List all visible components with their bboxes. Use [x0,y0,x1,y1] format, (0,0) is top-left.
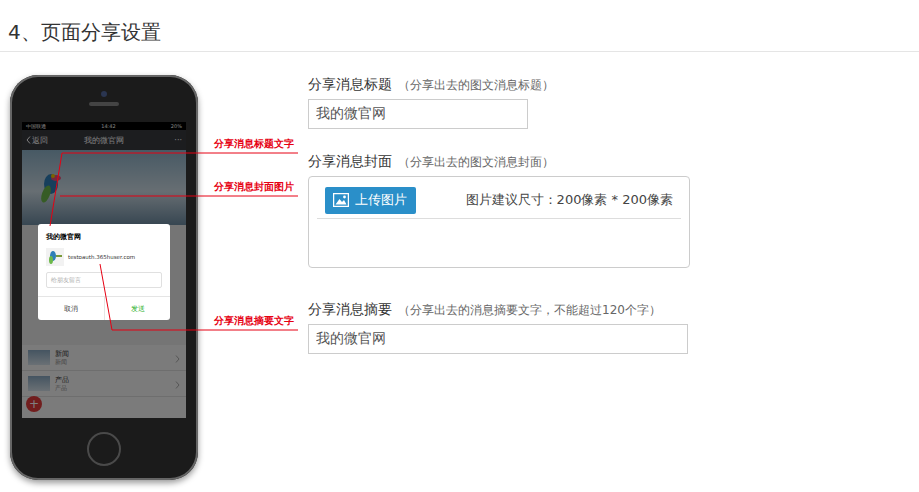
text-input[interactable] [308,99,528,129]
field-label: 分享消息封面（分享出去的图文消息封面） [308,151,708,172]
dialog-buttons: 取消发送 [38,296,170,320]
upload-box: 上传图片 图片建议尺寸：200像素 * 200像素 [308,176,690,268]
camera [101,91,107,97]
speaker [89,102,119,106]
upload-button[interactable]: 上传图片 [325,187,416,214]
message-input[interactable]: 给朋友留言 [46,272,162,288]
phone-bottom [87,418,121,480]
annotation-label: 分享消息封面图片 [214,181,294,193]
share-dialog: 我的微官网 testoauth.365huser.com 给朋友留言取消发送 [38,224,170,320]
annotation-label: 分享消息标题文字 [214,138,294,150]
phone-column: 中国联通14:4220%返回我的微官网···新闻新闻产品产品+我的微官网test… [10,52,198,492]
page: 4、页面分享设置中国联通14:4220%返回我的微官网···新闻新闻产品产品+我… [0,0,919,492]
share-form: 分享消息标题（分享出去的图文消息标题） 分享消息封面（分享出去的图文消息封面） 上传… [308,52,708,492]
upload-row: 上传图片 图片建议尺寸：200像素 * 200像素 [317,182,681,219]
field-label: 分享消息标题（分享出去的图文消息标题） [308,74,708,95]
home-button[interactable] [87,432,121,466]
dialog-title: 我的微官网 [46,232,162,242]
dialog-body: 我的微官网 testoauth.365huser.com 给朋友留言 [38,224,170,288]
phone-screen: 中国联通14:4220%返回我的微官网···新闻新闻产品产品+我的微官网test… [22,122,186,418]
phone-top [89,75,119,122]
dialog-button[interactable]: 取消 [38,297,104,320]
cover-thumbnail-icon [46,248,64,266]
field-label: 分享消息摘要（分享出去的消息摘要文字，不能超过120个字） [308,299,708,320]
form-field: 分享消息摘要（分享出去的消息摘要文字，不能超过120个字） [308,299,708,354]
share-preview: testoauth.365huser.com [46,248,162,266]
form-field: 分享消息标题（分享出去的图文消息标题） [308,74,708,129]
field-hint: （分享出去的消息摘要文字，不能超过120个字） [398,303,661,317]
dialog-button[interactable]: 发送 [104,297,170,320]
text-input[interactable] [308,324,688,354]
callout-line [50,153,298,226]
phone-mockup: 中国联通14:4220%返回我的微官网···新闻新闻产品产品+我的微官网test… [10,75,198,480]
field-hint: （分享出去的图文消息标题） [398,78,554,92]
share-url: testoauth.365huser.com [68,254,135,260]
form-field: 分享消息封面（分享出去的图文消息封面） 上传图片 图片建议尺寸：200像素 * 20… [308,151,708,277]
picture-icon [333,193,349,207]
callout-line [60,196,298,197]
main-row: 中国联通14:4220%返回我的微官网···新闻新闻产品产品+我的微官网test… [0,52,919,492]
section-title: 4、页面分享设置 [0,0,919,52]
field-hint: （分享出去的图文消息封面） [398,155,554,169]
annotation-label: 分享消息摘要文字 [214,315,294,327]
callout-line [100,264,298,330]
upload-note: 图片建议尺寸：200像素 * 200像素 [466,191,673,209]
